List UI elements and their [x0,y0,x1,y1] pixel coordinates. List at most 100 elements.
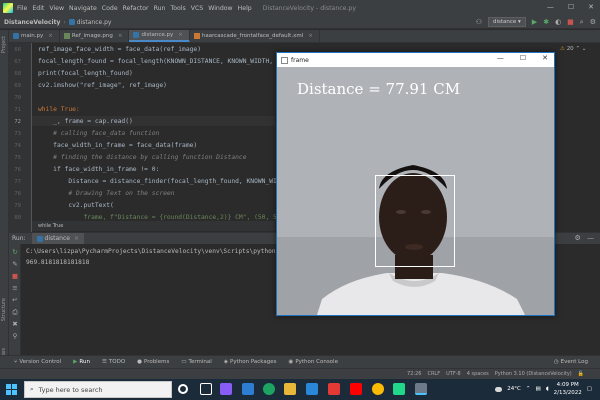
tab-ref-image[interactable]: Ref_image.png × [60,30,130,42]
temperature[interactable]: 24°C [507,386,521,392]
pin-icon[interactable]: ⚲ [11,332,19,340]
tool-event-log[interactable]: ◷ Event Log [554,359,588,365]
menu-vcs[interactable]: VCS [191,5,203,12]
minimize-icon[interactable]: — [547,3,554,11]
close-icon[interactable]: ✕ [588,3,594,11]
chevron-up-icon[interactable]: ⌃ [526,386,531,392]
menu-edit[interactable]: Edit [32,5,44,12]
tool-version-control[interactable]: ⑂ Version Control [14,359,61,365]
user-icon[interactable]: ⚇ [476,17,482,27]
project-tool-tab[interactable]: Project [1,36,7,53]
python-file-icon [133,32,140,38]
scroll-icon[interactable]: ≡ [11,284,19,292]
file-encoding[interactable]: UTF-8 [446,371,461,377]
inspection-widget[interactable]: ⚠ 20 ⌃ ⌄ [560,46,586,52]
chevron-down-icon[interactable]: ⌄ [582,46,587,52]
chevron-up-icon[interactable]: ⌃ [575,46,580,52]
close-tab-icon[interactable]: × [74,235,79,242]
app-icon[interactable] [328,383,340,395]
taskbar-search[interactable]: ⌕ Type here to search [24,381,172,398]
run-config-select[interactable]: distance ▾ [487,17,526,27]
code-breadcrumb[interactable]: while True [32,221,275,231]
print-icon[interactable]: ⎙ [11,308,19,316]
run-label: Run: [12,235,26,242]
close-icon[interactable]: ✕ [542,54,548,62]
network-icon[interactable]: ▤ [535,386,540,392]
indent-setting[interactable]: 4 spaces [467,371,489,377]
menu-view[interactable]: View [49,5,64,12]
menu-help[interactable]: Help [238,5,252,12]
tab-haarcascade-xml[interactable]: haarcascade_frontalface_default.xml × [190,30,320,42]
menu-window[interactable]: Window [208,5,232,12]
line-separator[interactable]: CRLF [427,371,440,377]
notifications-icon[interactable]: ▢ [587,386,592,392]
app-icon[interactable] [220,383,232,395]
pycharm-icon[interactable] [393,383,405,395]
tab-main-py[interactable]: main.py × [9,30,60,42]
clock[interactable]: 4:09 PM 2/13/2022 [554,381,582,397]
warning-icon: ⚠ [560,46,565,52]
menu-navigate[interactable]: Navigate [69,5,97,12]
rerun-icon[interactable]: ↻ [11,248,19,256]
tool-python-console[interactable]: ◉ Python Console [289,359,338,365]
run-tab-distance[interactable]: distance × [31,232,84,245]
cortana-icon[interactable] [178,384,188,394]
frame-titlebar[interactable]: frame — ☐ ✕ [277,53,554,67]
menu-tools[interactable]: Tools [170,5,185,12]
frame-window[interactable]: frame — ☐ ✕ Distance = 77.91 CM [276,52,555,316]
tool-terminal[interactable]: ▭ Terminal [181,359,211,365]
maximize-icon[interactable]: ☐ [568,3,574,11]
structure-tool-tab[interactable]: Structure [1,298,7,321]
windows-start-icon[interactable] [6,384,17,395]
wrench-icon[interactable]: ✎ [11,260,19,268]
soft-wrap-icon[interactable]: ↵ [11,296,19,304]
youtube-icon[interactable] [350,383,362,395]
close-tab-icon[interactable]: × [48,33,53,39]
tool-todo[interactable]: ☰ TODO [102,359,125,365]
code-line: # Drawing Text on the screen [38,190,175,197]
tool-python-packages[interactable]: ◈ Python Packages [224,359,277,365]
lock-icon[interactable]: 🔓 [578,371,584,377]
packages-icon: ◈ [223,359,229,365]
tool-problems[interactable]: ● Problems [137,359,169,365]
minimize-icon[interactable]: — [497,54,504,62]
close-tab-icon[interactable]: × [178,32,183,38]
hide-icon[interactable]: — [587,234,594,242]
file-explorer-icon[interactable] [284,383,296,395]
menu-code[interactable]: Code [102,5,118,12]
tool-run[interactable]: ▶ Run [73,359,90,365]
mail-icon[interactable] [306,383,318,395]
run-icon[interactable]: ▶ [532,17,537,27]
debug-icon[interactable]: ✱ [543,17,549,27]
edge-icon[interactable] [263,383,275,395]
settings-icon[interactable]: ⚙ [574,234,580,242]
chevron-right-icon: › [63,18,66,26]
app-icon[interactable] [415,383,427,395]
caret-position[interactable]: 72:26 [407,371,421,377]
close-tab-icon[interactable]: × [118,33,123,39]
breadcrumb-file[interactable]: distance.py [77,19,112,26]
menu-refactor[interactable]: Refactor [123,5,149,12]
stop-icon[interactable]: ■ [11,272,19,280]
stop-icon[interactable]: ■ [567,17,574,27]
search-icon[interactable]: ⌕ [580,17,584,27]
line-number: 70 [14,95,21,101]
trash-icon[interactable]: ✖ [11,320,19,328]
volume-icon[interactable]: ◖ [546,386,549,392]
breadcrumb-project[interactable]: DistanceVelocity [4,19,60,26]
line-number: 80 [14,215,21,221]
code-line: ref_image_face_width = face_data(ref_ima… [38,46,202,53]
event-log-icon: ◷ [553,359,559,365]
settings-icon[interactable]: ⚙ [590,17,596,27]
maximize-icon[interactable]: ☐ [520,54,526,62]
menu-file[interactable]: File [17,5,27,12]
tab-distance-py[interactable]: distance.py × [129,30,190,42]
close-tab-icon[interactable]: × [308,33,313,39]
coverage-icon[interactable]: ◐ [555,17,561,27]
weather-icon[interactable] [495,386,503,392]
app-icon[interactable] [242,383,254,395]
task-view-icon[interactable] [200,383,212,395]
chrome-icon[interactable] [372,383,384,395]
menu-run[interactable]: Run [154,5,166,12]
python-interpreter[interactable]: Python 3.10 (DistanceVelocity) [495,371,572,377]
